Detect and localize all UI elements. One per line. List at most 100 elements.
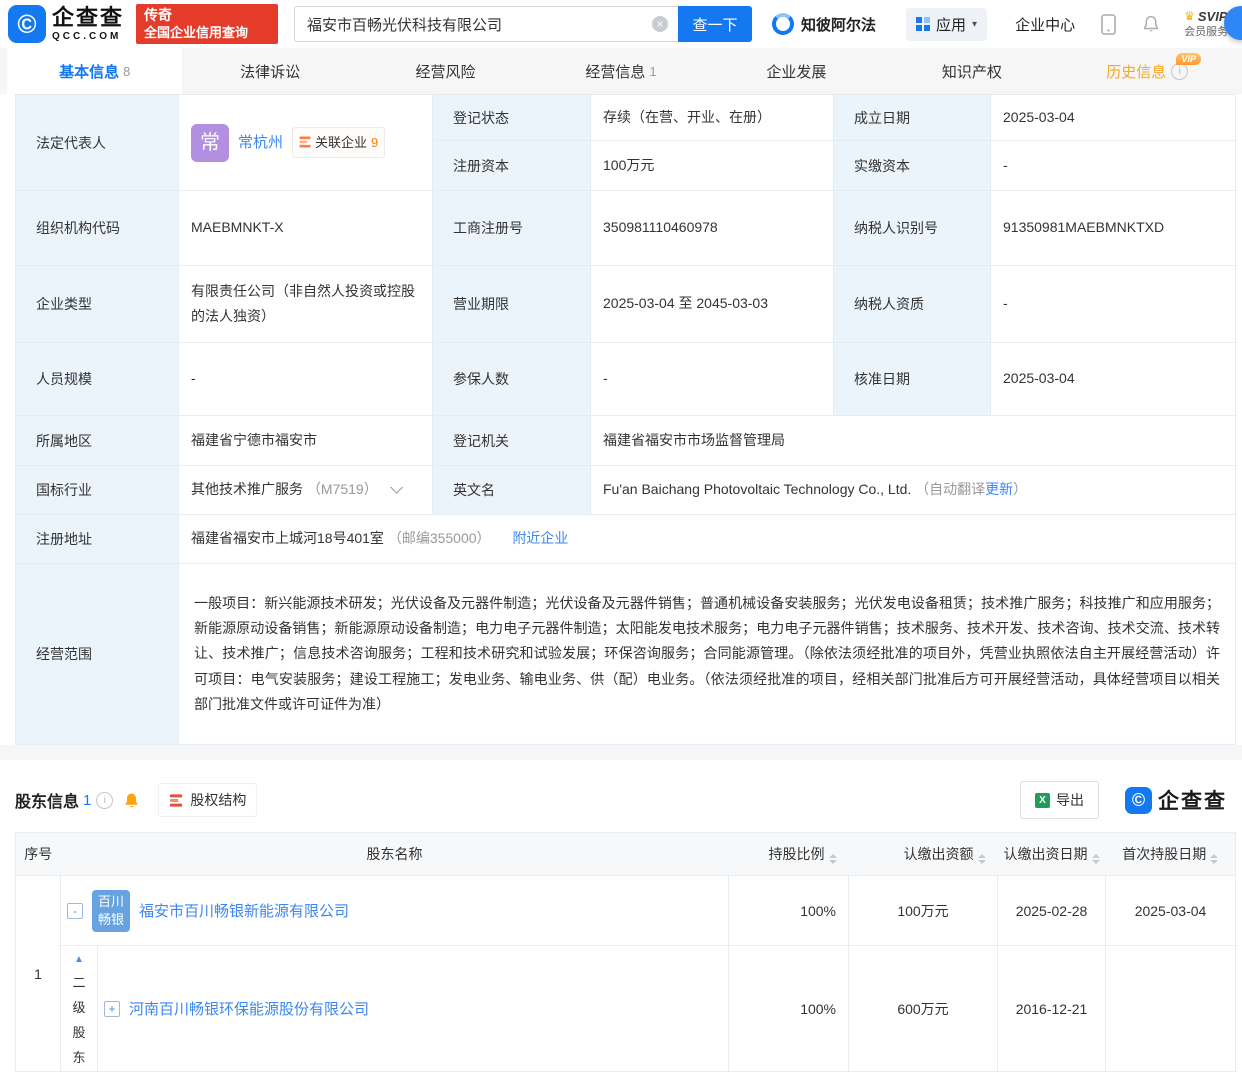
excel-icon: X <box>1035 792 1050 808</box>
label-paid-capital: 实缴资本 <box>833 140 991 191</box>
ratio-value: 100% <box>728 945 849 1072</box>
shareholders-table: 序号 股东名称 持股比例 认缴出资额 认缴出资日期 首次持股日期 1 - 百川 … <box>15 832 1236 1072</box>
ratio-value: 100% <box>728 875 849 946</box>
collapse-button[interactable]: - <box>67 902 83 919</box>
tab-badge: 1 <box>649 63 657 79</box>
export-button[interactable]: X 导出 <box>1020 781 1099 819</box>
col-subscribe-date: 认缴出资日期 <box>997 832 1106 876</box>
svip-sublabel: 会员服务 <box>1184 26 1229 39</box>
label-business-scope: 经营范围 <box>15 563 179 745</box>
label-english-name: 英文名 <box>432 465 591 515</box>
tab-legal-litigation[interactable]: 法律诉讼 <box>182 48 357 94</box>
related-companies-button[interactable]: 关联企业 9 <box>292 126 386 159</box>
translate-update-link[interactable]: 更新 <box>985 481 1013 497</box>
col-amount: 认缴出资额 <box>848 832 998 876</box>
basic-info-table: 法定代表人 常 常杭州 关联企业 9 登记状态 存续（在营、开业、在册） 成立日… <box>15 94 1236 745</box>
label-company-type: 企业类型 <box>15 265 179 343</box>
value-address: 福建省福安市上城河18号401室 （邮编355000） 附近企业 <box>178 514 1236 564</box>
sort-icon[interactable] <box>1210 854 1219 864</box>
value-establish-date: 2025-03-04 <box>990 94 1236 141</box>
first-hold-date-value: 2025-03-04 <box>1105 875 1236 946</box>
section-separator <box>0 745 1242 760</box>
related-count: 9 <box>371 134 379 150</box>
svip-link[interactable]: ♛ SVIP 会员服务 <box>1184 9 1229 39</box>
value-reg-capital: 100万元 <box>590 140 834 191</box>
promo-banner[interactable]: 传奇 全国企业信用查询 <box>136 4 279 44</box>
sort-icon[interactable] <box>828 854 837 864</box>
apps-menu[interactable]: 应用 ▾ <box>906 7 988 41</box>
search-input[interactable] <box>305 14 653 34</box>
first-hold-date-value <box>1105 945 1236 1072</box>
shareholders-header: 股东信息 1 i 股权结构 X 导出 © 企查查 <box>0 760 1242 832</box>
table-header-row: 序号 股东名称 持股比例 认缴出资额 认缴出资日期 首次持股日期 <box>15 832 1236 876</box>
logo-subtitle: QCC.COM <box>52 30 122 42</box>
amount-value: 100万元 <box>848 875 998 946</box>
label-industry: 国标行业 <box>15 465 179 515</box>
zhibi-alpha-link[interactable]: 知彼阿尔法 <box>772 13 876 35</box>
value-region: 福建省宁德市福安市 <box>178 415 433 466</box>
search-bar: × 查一下 <box>294 6 753 42</box>
amount-value: 600万元 <box>848 945 998 1072</box>
value-org-code: MAEBMNKT-X <box>178 190 433 266</box>
tab-operation-info[interactable]: 经营信息 1 <box>533 48 708 94</box>
shareholder-link[interactable]: 河南百川畅银环保能源股份有限公司 <box>129 998 369 1019</box>
equity-structure-icon <box>170 793 183 807</box>
subscribe-date-value: 2016-12-21 <box>997 945 1106 1072</box>
value-reg-no: 350981110460978 <box>590 190 834 266</box>
label-reg-authority: 登记机关 <box>432 415 591 466</box>
value-business-scope: 一般项目：新兴能源技术研发；光伏设备及元器件制造；光伏设备及元器件销售；普通机械… <box>178 563 1236 745</box>
value-reg-status: 存续（在营、开业、在册） <box>590 94 834 141</box>
label-staff-size: 人员规模 <box>15 342 179 416</box>
search-button[interactable]: 查一下 <box>678 6 753 42</box>
qcc-logo-icon: © <box>8 5 46 43</box>
org-chart-icon <box>299 136 311 148</box>
shareholder-link[interactable]: 福安市百川畅银新能源有限公司 <box>139 900 349 921</box>
label-approval-date: 核准日期 <box>833 342 991 416</box>
equity-structure-button[interactable]: 股权结构 <box>158 783 258 817</box>
label-address: 注册地址 <box>15 514 179 564</box>
level-label: 二级股东 <box>72 975 86 1065</box>
label-legal-rep: 法定代表人 <box>15 94 179 191</box>
mobile-app-icon[interactable] <box>1101 13 1116 35</box>
qcc-watermark-icon: © <box>1125 786 1152 814</box>
label-reg-capital: 注册资本 <box>432 140 591 191</box>
label-org-code: 组织机构代码 <box>15 190 179 266</box>
monitor-bell-icon[interactable] <box>123 792 140 809</box>
subscribe-date-value: 2025-02-28 <box>997 875 1106 946</box>
info-icon[interactable]: i <box>96 791 114 809</box>
value-insured-count: - <box>590 342 834 416</box>
sort-icon[interactable] <box>1091 854 1100 864</box>
value-staff-size: - <box>178 342 433 416</box>
zhibi-alpha-label: 知彼阿尔法 <box>801 16 877 34</box>
tab-enterprise-development[interactable]: 企业发展 <box>709 48 884 94</box>
value-industry: 其他技术推广服务 （M7519） <box>178 465 433 515</box>
value-reg-authority: 福建省福安市市场监督管理局 <box>590 415 1236 466</box>
vip-badge: VIP <box>1176 53 1201 65</box>
value-approval-date: 2025-03-04 <box>990 342 1236 416</box>
legal-rep-link[interactable]: 常杭州 <box>238 129 283 156</box>
industry-code: （M7519） <box>306 481 378 498</box>
table-row: 1 - 百川 畅银 福安市百川畅银新能源有限公司 100% 100万元 2025… <box>15 875 1236 1072</box>
table-row: ▲ 二级股东 + 河南百川畅银环保能源股份有限公司 100% 600万元 201… <box>16 945 1236 1072</box>
collapse-triangle-icon[interactable]: ▲ <box>62 954 96 966</box>
label-establish-date: 成立日期 <box>833 94 991 141</box>
shareholders-count: 1 <box>83 791 92 809</box>
tab-basic-info[interactable]: 基本信息 8 <box>7 48 183 94</box>
tab-operation-risk[interactable]: 经营风险 <box>358 48 533 94</box>
chevron-down-icon[interactable] <box>389 481 403 495</box>
sort-icon[interactable] <box>977 854 986 864</box>
qcc-logo[interactable]: © 企查查 QCC.COM <box>8 5 124 43</box>
apps-label: 应用 <box>936 16 967 34</box>
expand-button[interactable]: + <box>104 1000 120 1017</box>
nearby-companies-link[interactable]: 附近企业 <box>512 530 568 546</box>
enterprise-center-link[interactable]: 企业中心 <box>1015 14 1075 35</box>
label-region: 所属地区 <box>15 415 179 466</box>
logo-title: 企查查 <box>52 4 125 30</box>
tab-history-info[interactable]: 历史信息 i VIP <box>1060 48 1235 94</box>
row-index: 1 <box>15 875 61 1072</box>
notification-bell-icon[interactable] <box>1142 15 1160 33</box>
tab-intellectual-property[interactable]: 知识产权 <box>884 48 1059 94</box>
info-icon[interactable]: i <box>1171 62 1189 80</box>
clear-icon[interactable]: × <box>652 16 669 32</box>
top-header: © 企查查 QCC.COM 传奇 全国企业信用查询 × 查一下 知彼阿尔法 应用… <box>0 0 1242 48</box>
